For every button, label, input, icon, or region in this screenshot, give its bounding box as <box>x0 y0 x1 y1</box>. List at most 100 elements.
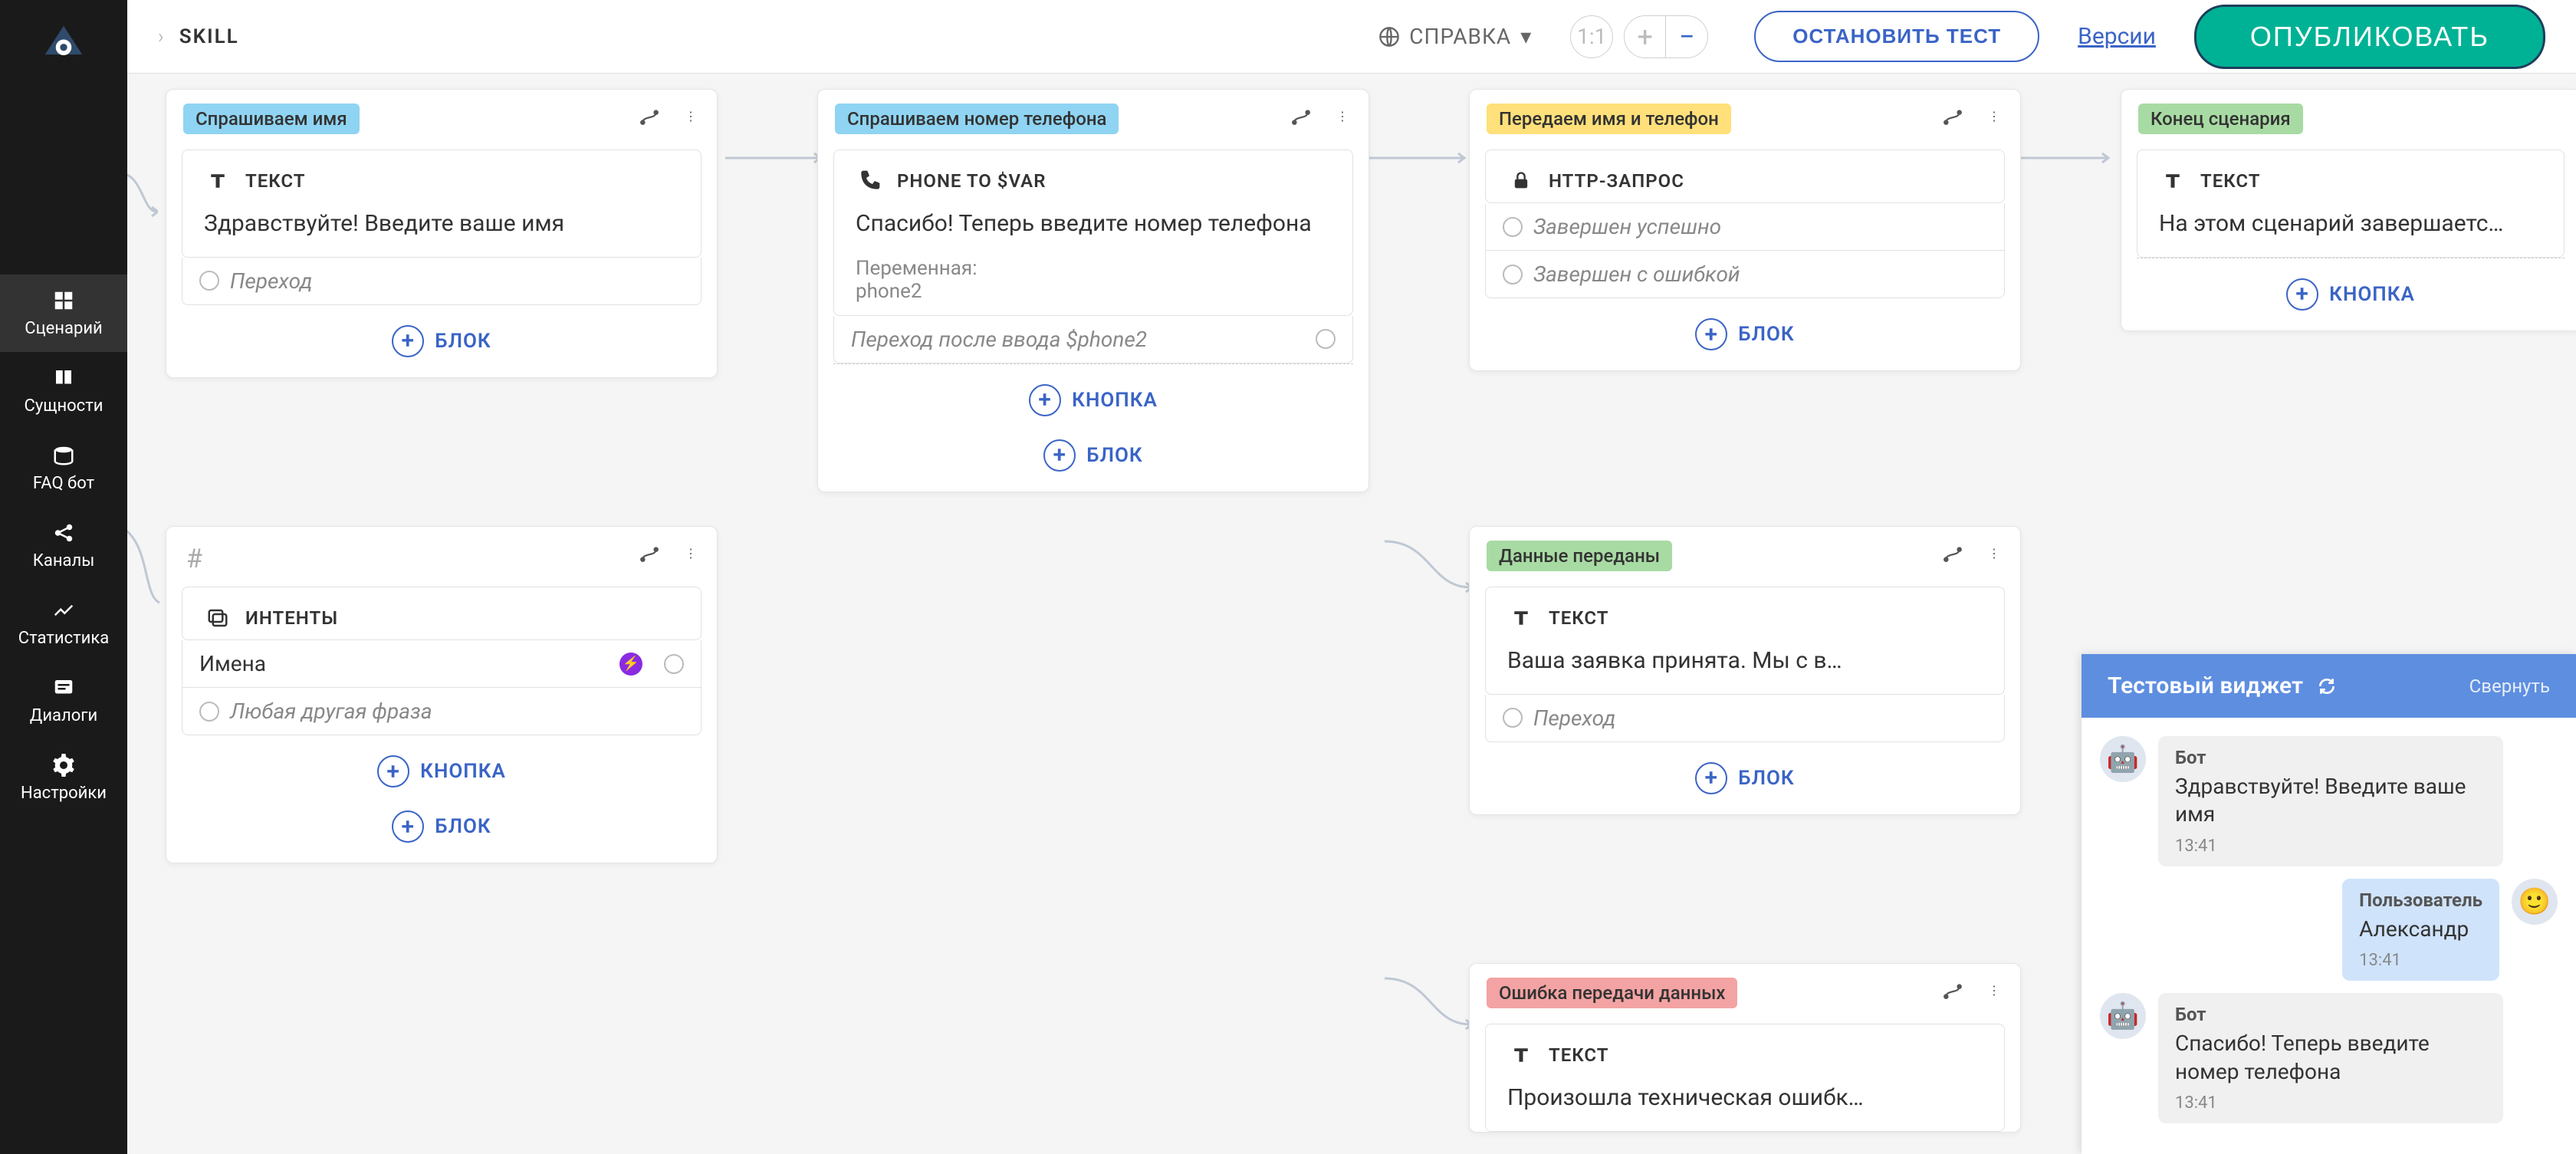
node-ask-name[interactable]: Спрашиваем имя ⋮ ТЕКСТ Здравствуйте! Вве… <box>166 89 718 378</box>
block-http[interactable]: HTTP-ЗАПРОС <box>1485 150 2005 203</box>
sidebar-item-channels[interactable]: Каналы <box>0 507 127 584</box>
add-block-button[interactable]: + БЛОК <box>818 436 1368 492</box>
bot-avatar: 🤖 <box>2100 736 2146 782</box>
publish-button[interactable]: ОПУБЛИКОВАТЬ <box>2194 5 2545 69</box>
more-icon[interactable]: ⋮ <box>1982 541 2006 565</box>
chat-header: Тестовый виджет Свернуть <box>2082 654 2576 718</box>
breadcrumb[interactable]: › SKILL <box>158 25 239 48</box>
node-send-name-phone[interactable]: Передаем имя и телефон ⋮ HTTP-ЗАПРОС Зав… <box>1469 89 2021 371</box>
chat-message-user: Пользователь Александр 13:41 🙂 <box>2100 879 2558 981</box>
route-icon[interactable] <box>637 541 662 565</box>
sidebar-item-label: Сценарий <box>25 319 102 338</box>
bolt-icon: ⚡ <box>619 653 642 676</box>
node-send-error[interactable]: Ошибка передачи данных ⋮ ТЕКСТ Произошла… <box>1469 963 2021 1133</box>
node-tag[interactable]: Ошибка передачи данных <box>1487 978 1737 1008</box>
port-icon[interactable] <box>1503 265 1523 284</box>
breadcrumb-label: SKILL <box>179 25 239 48</box>
versions-link[interactable]: Версии <box>2078 23 2156 50</box>
sidebar-item-settings[interactable]: Настройки <box>0 739 127 817</box>
route-icon[interactable] <box>1289 104 1313 128</box>
port-icon[interactable] <box>199 702 219 722</box>
port-icon[interactable] <box>1503 217 1523 237</box>
gear-icon <box>50 751 77 779</box>
port-icon[interactable] <box>1316 329 1336 349</box>
dialogs-icon <box>50 674 77 702</box>
transition-row[interactable]: Переход <box>182 258 702 305</box>
block-text[interactable]: ТЕКСТ Здравствуйте! Введите ваше имя <box>182 150 702 258</box>
plus-icon: + <box>1695 318 1727 350</box>
refresh-icon[interactable] <box>2317 676 2337 696</box>
phone-icon <box>856 167 883 195</box>
sidebar-item-scenario[interactable]: Сценарий <box>0 275 127 352</box>
transition-row-any[interactable]: Любая другая фраза <box>182 688 702 735</box>
stop-test-button[interactable]: ОСТАНОВИТЬ ТЕСТ <box>1754 11 2039 62</box>
add-button-button[interactable]: + КНОПКА <box>833 363 1353 436</box>
plus-icon: + <box>392 325 424 357</box>
port-icon[interactable] <box>199 271 219 291</box>
node-ask-phone[interactable]: Спрашиваем номер телефона ⋮ PHONE TO $VA… <box>817 89 1369 492</box>
port-icon[interactable] <box>1503 708 1523 728</box>
help-link[interactable]: СПРАВКА ▾ <box>1378 24 1532 49</box>
app-logo[interactable] <box>33 14 94 75</box>
transition-row[interactable]: Переход <box>1485 695 2005 742</box>
node-tag[interactable]: Данные переданы <box>1487 541 1672 571</box>
more-icon[interactable]: ⋮ <box>678 541 703 565</box>
more-icon[interactable]: ⋮ <box>1982 978 2006 1002</box>
node-end[interactable]: Конец сценария ТЕКСТ На этом сценарий за… <box>2121 89 2576 331</box>
node-data-sent[interactable]: Данные переданы ⋮ ТЕКСТ Ваша заявка прин… <box>1469 526 2021 815</box>
block-text[interactable]: ТЕКСТ Ваша заявка принята. Мы с в… <box>1485 587 2005 695</box>
node-tag-hash[interactable]: # <box>186 544 202 574</box>
zoom-out-button[interactable]: − <box>1666 16 1707 58</box>
add-block-button[interactable]: + БЛОК <box>166 305 717 377</box>
add-block-button[interactable]: + БЛОК <box>1470 298 2020 370</box>
message-bubble: Бот Спасибо! Теперь введите номер телефо… <box>2158 993 2503 1123</box>
zoom-in-button[interactable]: + <box>1625 16 1666 58</box>
transition-after-input[interactable]: Переход после ввода $phone2 <box>833 316 1353 363</box>
zoom-pair: + − <box>1624 15 1708 58</box>
route-icon[interactable] <box>1940 978 1965 1002</box>
add-button-button[interactable]: + КНОПКА <box>182 735 702 807</box>
block-phone-to-var[interactable]: PHONE TO $VAR Спасибо! Теперь введите но… <box>833 150 1353 316</box>
stats-icon <box>50 597 77 624</box>
sidebar-item-label: Сущности <box>25 396 104 416</box>
route-icon[interactable] <box>1940 541 1965 565</box>
transition-label: Завершен успешно <box>1533 214 1987 239</box>
add-button-button[interactable]: + КНОПКА <box>2137 258 2564 330</box>
globe-icon <box>1378 26 1400 48</box>
block-type-label: ТЕКСТ <box>1549 607 1609 629</box>
route-icon[interactable] <box>637 104 662 128</box>
node-hash[interactable]: # ⋮ ИНТЕНТЫ Имена ⚡ Любая другая фраза +… <box>166 526 718 863</box>
intent-row[interactable]: Имена ⚡ <box>182 640 702 688</box>
port-icon[interactable] <box>664 654 684 674</box>
block-body: Спасибо! Теперь введите номер телефона <box>834 202 1352 257</box>
transition-label: Любая другая фраза <box>230 699 684 724</box>
sidebar-item-dialogs[interactable]: Диалоги <box>0 662 127 739</box>
lock-icon <box>1507 167 1535 195</box>
plus-icon: + <box>1043 439 1076 472</box>
block-text[interactable]: ТЕКСТ На этом сценарий завершаетс… <box>2137 150 2564 258</box>
node-tag[interactable]: Спрашиваем имя <box>183 104 360 134</box>
add-block-button[interactable]: + БЛОК <box>1470 742 2020 814</box>
transition-error[interactable]: Завершен с ошибкой <box>1485 251 2005 298</box>
sidebar-item-entities[interactable]: Сущности <box>0 352 127 429</box>
collapse-button[interactable]: Свернуть <box>2469 676 2550 697</box>
topbar: › SKILL СПРАВКА ▾ 1:1 + − ОСТАНОВИТЬ ТЕС… <box>127 0 2576 74</box>
intents-icon <box>204 604 232 632</box>
sidebar-item-faqbot[interactable]: FAQ бот <box>0 429 127 507</box>
block-intents[interactable]: ИНТЕНТЫ <box>182 587 702 640</box>
transition-ok[interactable]: Завершен успешно <box>1485 203 2005 251</box>
block-type-label: ТЕКСТ <box>1549 1044 1609 1066</box>
node-tag[interactable]: Передаем имя и телефон <box>1487 104 1731 134</box>
node-tag[interactable]: Спрашиваем номер телефона <box>835 104 1119 134</box>
more-icon[interactable]: ⋮ <box>678 104 703 128</box>
more-icon[interactable]: ⋮ <box>1982 104 2006 128</box>
block-text[interactable]: ТЕКСТ Произошла техническая ошибк… <box>1485 1024 2005 1132</box>
more-icon[interactable]: ⋮ <box>1330 104 1355 128</box>
message-text: Здравствуйте! Введите ваше имя <box>2175 773 2486 829</box>
node-tag[interactable]: Конец сценария <box>2138 104 2303 134</box>
route-icon[interactable] <box>1940 104 1965 128</box>
arrow-icon <box>1385 963 1477 1040</box>
sidebar-item-stats[interactable]: Статистика <box>0 584 127 662</box>
zoom-reset-button[interactable]: 1:1 <box>1570 15 1613 58</box>
add-block-button[interactable]: + БЛОК <box>166 807 717 863</box>
